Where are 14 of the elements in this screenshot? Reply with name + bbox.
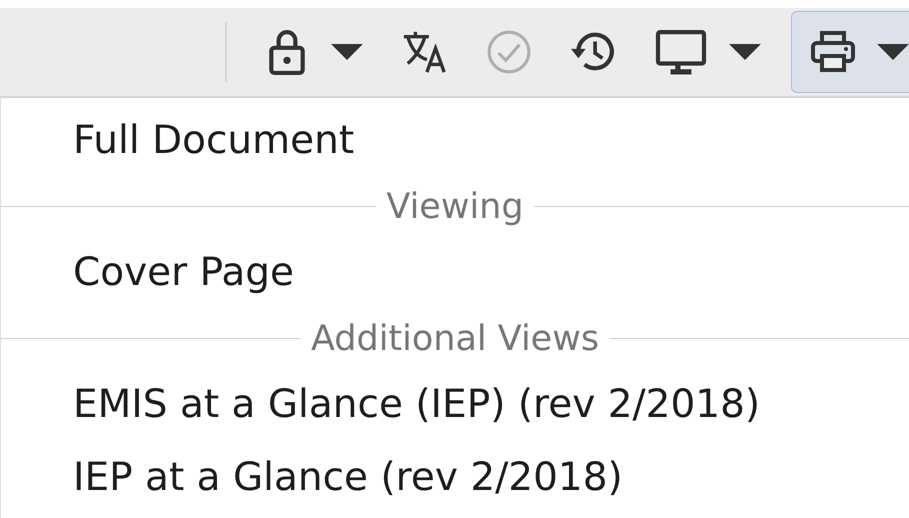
monitor-icon <box>654 29 708 75</box>
menu-item[interactable]: Full Document <box>1 104 909 177</box>
translate-icon <box>402 29 448 75</box>
menu-item[interactable]: IEP at a Glance (rev 2/2018) <box>1 441 909 514</box>
print-icon <box>810 29 856 75</box>
menu-section-header: Viewing <box>386 186 524 226</box>
caret-icon <box>330 44 364 60</box>
caret-icon <box>728 44 762 60</box>
print-button[interactable] <box>791 11 909 93</box>
menu-section-header: Additional Views <box>310 318 600 358</box>
menu-item[interactable]: EMIS at a Glance (IEP) (rev 2/2018) <box>1 368 909 441</box>
caret-icon <box>876 44 909 60</box>
check-circle-icon <box>486 29 532 75</box>
menu-item[interactable]: Cover Page <box>1 236 909 309</box>
